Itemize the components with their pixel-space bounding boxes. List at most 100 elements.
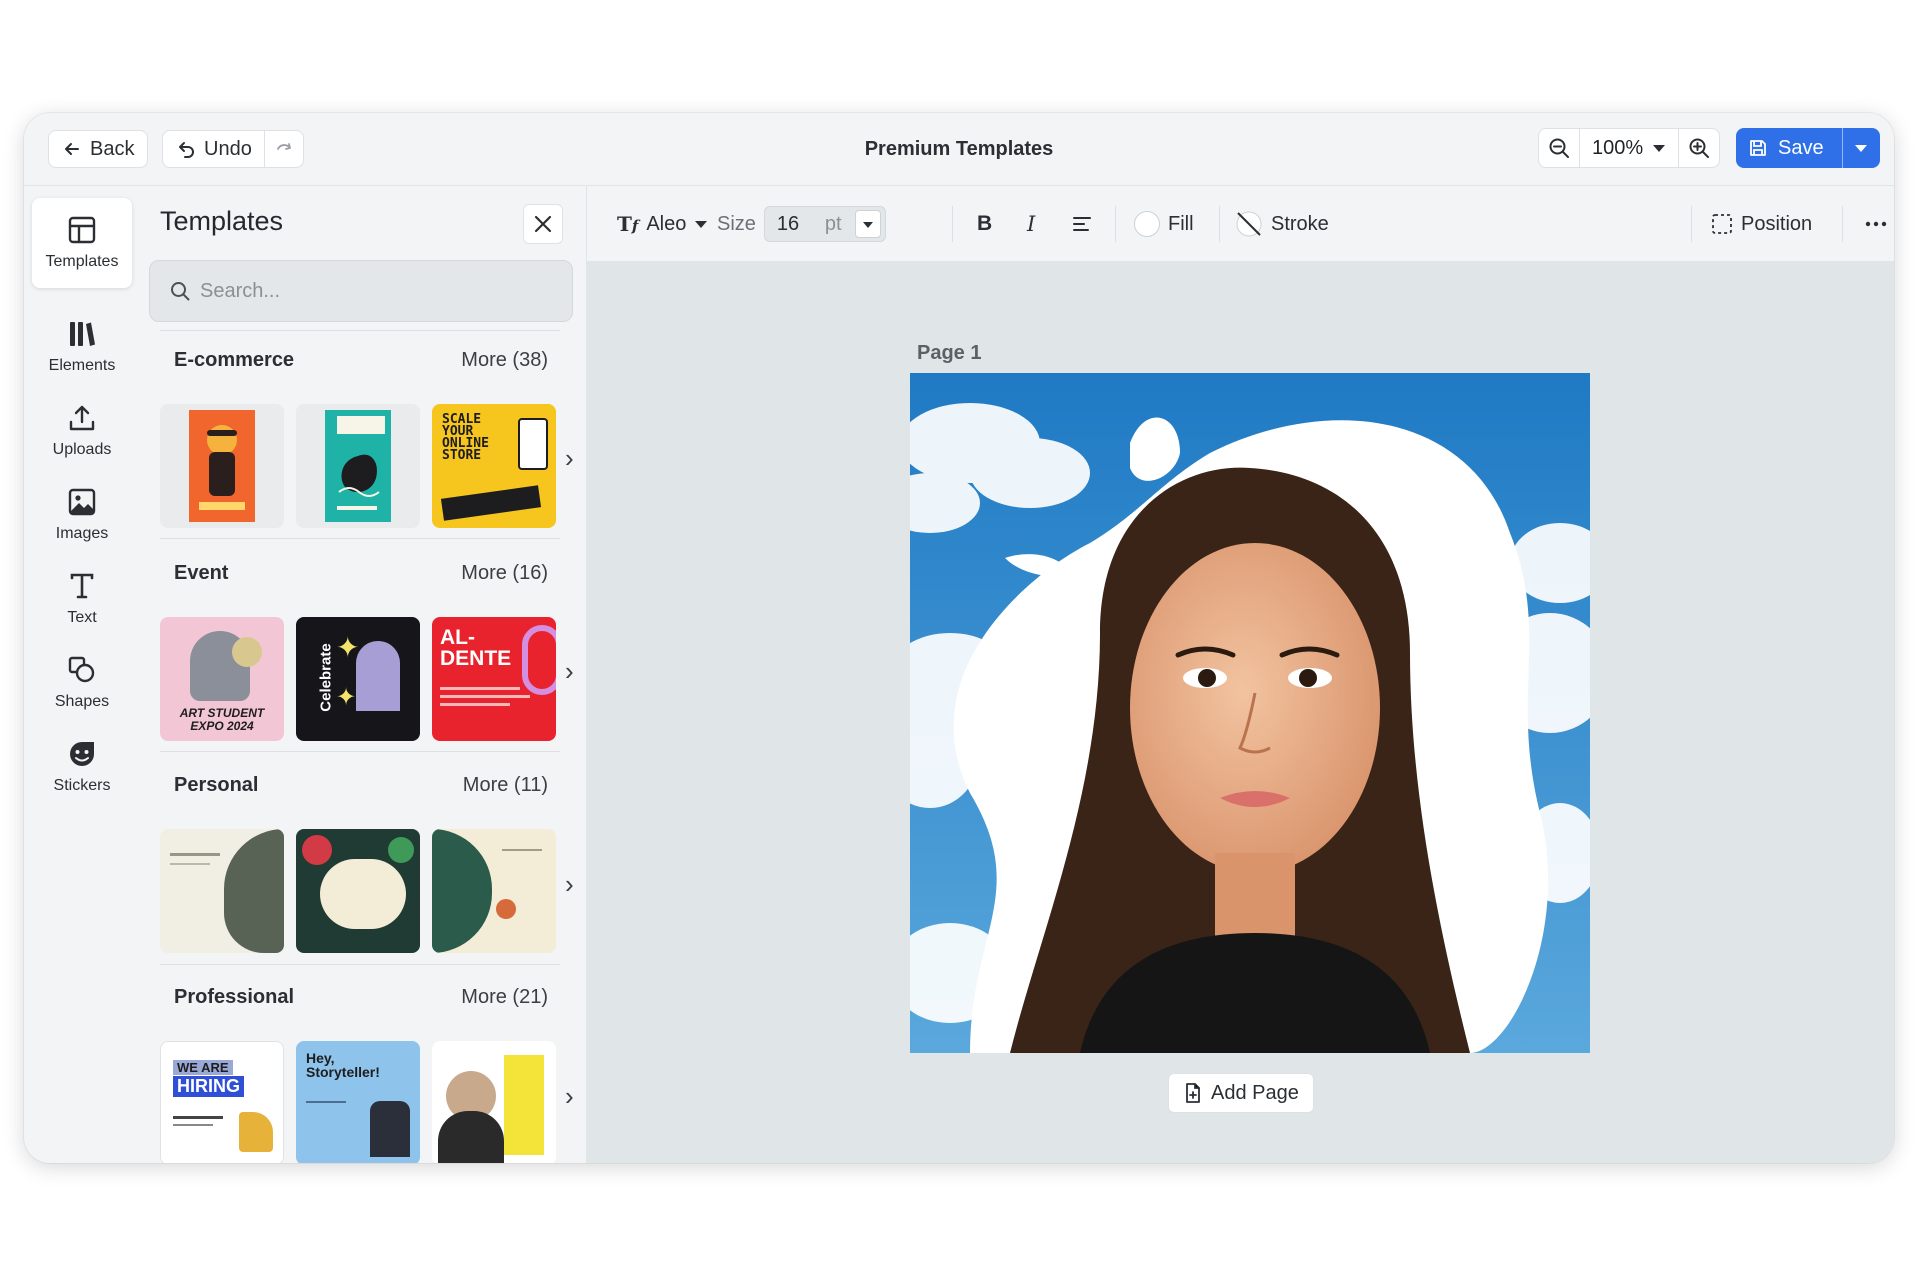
rail-item-templates[interactable]: Templates [32,198,132,288]
italic-button[interactable]: I [1027,186,1035,262]
template-thumb[interactable]: AL- DENTE [432,617,556,741]
zoom-value: 100% [1592,136,1644,159]
rail-item-elements[interactable]: Elements [32,302,132,392]
template-thumb[interactable] [160,829,284,953]
more-link[interactable]: More (38) [461,349,560,372]
scroll-right-icon[interactable]: › [565,656,574,687]
save-button[interactable]: Save [1736,128,1842,168]
rail-item-images[interactable]: Images [32,470,132,560]
add-page-button[interactable]: Add Page [1168,1073,1314,1113]
rail-label: Templates [45,253,119,270]
template-thumb[interactable] [296,829,420,953]
thumb-text: DENTE [440,647,512,670]
font-family-icon: Tf [617,212,639,236]
back-label: Back [90,137,135,160]
undo-label: Undo [204,137,252,160]
template-thumb[interactable] [296,404,420,528]
text-icon [70,573,94,599]
scroll-right-icon[interactable]: › [565,869,574,900]
template-row [160,829,556,953]
align-left-icon [1073,217,1091,231]
rail-label: Shapes [54,693,110,710]
caret-down-icon [1855,145,1868,152]
upload-icon [69,405,95,431]
section-divider [160,964,560,965]
stroke-none-icon [1236,211,1262,237]
template-row: SCALE YOUR ONLINE STORE [160,404,556,528]
align-button[interactable] [1072,186,1092,262]
template-row: WE ARE HIRING Hey, Storyteller! [160,1041,556,1163]
section-divider [160,751,560,752]
back-button[interactable]: Back [48,130,149,168]
page-label: Page 1 [917,342,982,364]
rail-label: Text [67,609,97,626]
position-button[interactable]: Position [1711,186,1812,262]
template-preview [325,410,391,522]
search-input[interactable] [200,279,540,303]
zoom-in-icon [1689,138,1709,158]
rail-item-shapes[interactable]: Shapes [32,638,132,728]
template-row: ART STUDENT EXPO 2024 Celebrate ✦ ✦ AL- … [160,617,556,741]
size-dropdown-button[interactable] [854,210,881,238]
more-horizontal-icon [1865,221,1887,227]
template-thumb[interactable] [432,1041,556,1163]
section-header-ecommerce: E-commerce More (38) [160,349,560,372]
top-bar: Back Undo Premium Templates 100% Save [24,113,1894,186]
more-link[interactable]: More (21) [461,986,560,1009]
thumb-text: Storyteller! [306,1064,380,1080]
template-thumb[interactable] [432,829,556,953]
section-divider [160,538,560,539]
zoom-in-button[interactable] [1679,129,1719,167]
zoom-out-icon [1549,138,1569,158]
thumb-text: WE ARE [173,1060,233,1075]
more-link[interactable]: More (11) [463,774,560,797]
bold-icon: B [977,212,993,235]
section-header-professional: Professional More (21) [160,986,560,1009]
template-preview [189,410,255,522]
toolbar-divider [1219,206,1220,242]
redo-button[interactable] [264,130,304,168]
panel-title: Templates [160,206,284,236]
size-field[interactable]: 16 pt [763,206,886,242]
rail-item-text[interactable]: Text [32,554,132,644]
add-page-label: Add Page [1211,1081,1299,1104]
thumb-text: Celebrate [317,643,335,712]
shapes-icon [68,656,95,683]
elements-icon [70,322,95,346]
stroke-control[interactable]: Stroke [1235,186,1329,262]
save-button-group: Save [1736,128,1880,168]
font-select[interactable]: Tf Aleo [617,186,708,262]
size-value: 16 [776,212,800,235]
template-thumb[interactable]: Hey, Storyteller! [296,1041,420,1163]
floppy-icon [1750,140,1766,156]
scroll-right-icon[interactable]: › [565,443,574,474]
template-thumb[interactable]: Celebrate ✦ ✦ [296,617,420,741]
design-page[interactable] [910,373,1590,1053]
size-label: Size [717,212,756,235]
undo-button[interactable]: Undo [162,130,266,168]
redo-icon [277,143,291,150]
template-thumb[interactable]: SCALE YOUR ONLINE STORE [432,404,556,528]
image-icon [68,488,96,516]
zoom-select[interactable]: 100% [1579,129,1679,167]
fill-control[interactable]: Fill [1134,186,1194,262]
close-panel-button[interactable] [523,204,563,244]
rail-item-uploads[interactable]: Uploads [32,386,132,476]
more-options-button[interactable] [1865,186,1887,262]
caret-down-icon [695,221,708,228]
template-thumb[interactable]: ART STUDENT EXPO 2024 [160,617,284,741]
size-unit: pt [824,212,842,235]
search-box [149,260,573,322]
toolbar-divider [952,206,953,242]
template-thumb[interactable] [160,404,284,528]
thumb-text: Hey, [306,1050,335,1066]
scroll-right-icon[interactable]: › [565,1081,574,1112]
section-name: Event [174,562,229,584]
more-link[interactable]: More (16) [461,562,560,585]
zoom-out-button[interactable] [1539,129,1579,167]
rail-item-stickers[interactable]: Stickers [32,722,132,812]
sticker-icon [70,742,94,766]
bold-button[interactable]: B [977,186,992,262]
template-thumb[interactable]: WE ARE HIRING [160,1041,284,1163]
save-options-button[interactable] [1841,128,1880,168]
